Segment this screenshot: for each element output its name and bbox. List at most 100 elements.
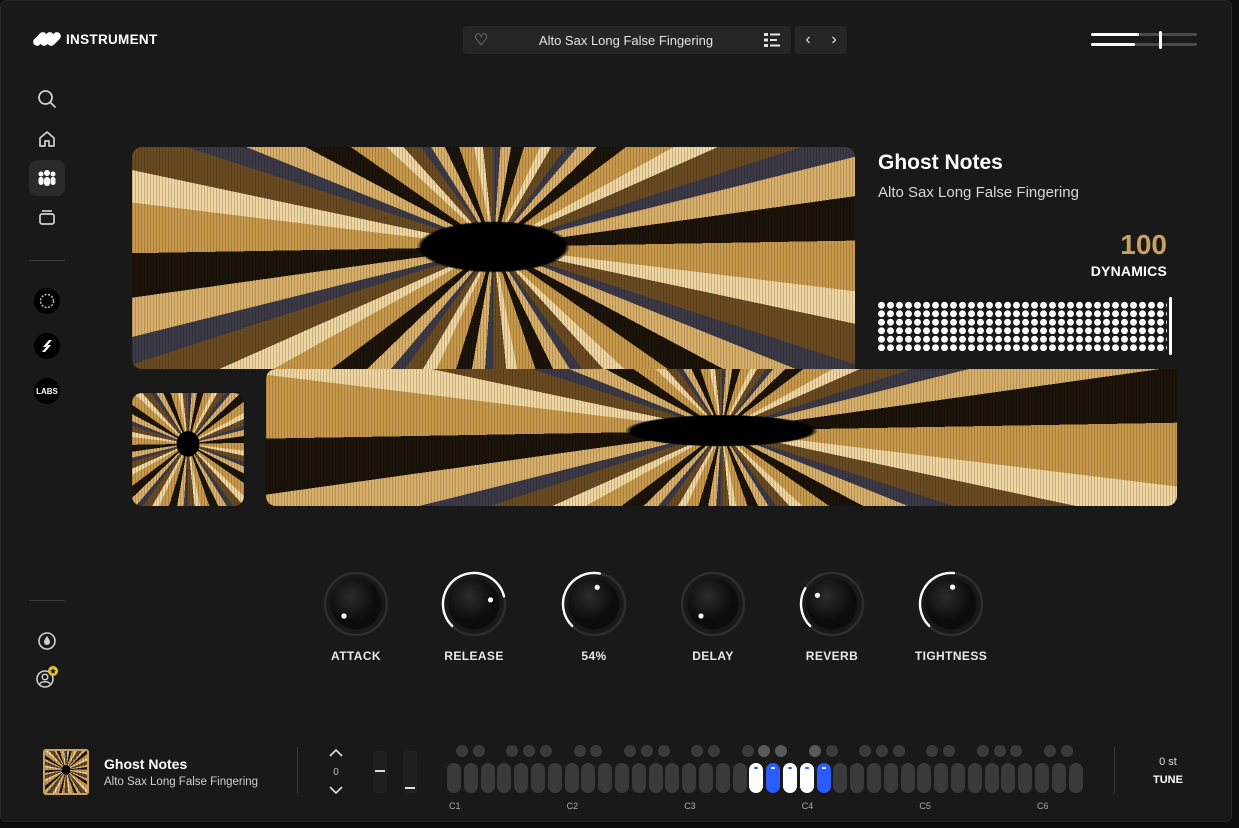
white-key[interactable] [951, 763, 965, 793]
black-key[interactable] [943, 745, 956, 757]
preset-list-icon[interactable] [753, 26, 791, 54]
white-key[interactable] [883, 763, 898, 793]
preset-browser[interactable]: ♡ Alto Sax Long False Fingering [463, 26, 791, 54]
white-key[interactable] [631, 763, 646, 793]
chevron-down-icon[interactable] [328, 785, 344, 795]
white-key[interactable] [564, 763, 579, 793]
black-key[interactable] [926, 745, 939, 757]
white-key[interactable] [547, 763, 562, 793]
black-key[interactable] [758, 745, 771, 757]
white-key[interactable] [480, 763, 495, 793]
artwork-thumbnail[interactable] [132, 393, 244, 506]
white-key[interactable] [833, 763, 848, 793]
white-key[interactable] [463, 763, 478, 793]
white-key[interactable] [917, 763, 932, 793]
white-key[interactable] [799, 763, 814, 793]
black-key[interactable] [640, 745, 653, 757]
white-key[interactable] [682, 763, 697, 793]
white-key[interactable] [732, 763, 747, 793]
white-key[interactable] [749, 763, 764, 793]
white-key[interactable] [934, 763, 949, 793]
knob-label: ATTACK [331, 649, 381, 663]
black-key[interactable] [506, 745, 519, 757]
white-key[interactable] [967, 763, 982, 793]
black-key[interactable] [657, 745, 670, 757]
artwork-main [132, 147, 855, 369]
white-key[interactable] [1001, 763, 1016, 793]
black-key[interactable] [1060, 745, 1073, 757]
black-key[interactable] [1010, 745, 1023, 757]
dynamics-slider[interactable] [877, 301, 1167, 351]
labs-logo-icon[interactable]: LABS [29, 373, 65, 409]
chevron-right-icon[interactable]: › [831, 31, 836, 49]
black-key[interactable] [775, 745, 788, 757]
black-key[interactable] [573, 745, 586, 757]
white-key[interactable] [531, 763, 545, 793]
white-key[interactable] [783, 763, 797, 793]
heart-icon[interactable]: ♡ [463, 30, 499, 50]
tune-value[interactable]: 0 st [1149, 756, 1187, 768]
white-key[interactable] [816, 763, 831, 793]
volume-slider[interactable] [1091, 31, 1197, 49]
library-icon[interactable] [29, 199, 65, 235]
white-key[interactable] [715, 763, 730, 793]
ring-logo-icon[interactable] [29, 283, 65, 319]
white-key[interactable] [514, 763, 529, 793]
white-key[interactable] [598, 763, 613, 793]
white-key[interactable] [1068, 763, 1083, 793]
search-icon[interactable] [29, 81, 65, 117]
white-key[interactable] [1051, 763, 1066, 793]
white-key[interactable] [1018, 763, 1033, 793]
white-key[interactable] [447, 763, 461, 793]
black-key[interactable] [708, 745, 720, 757]
mod-wheel[interactable] [403, 751, 417, 793]
black-key[interactable] [624, 745, 636, 757]
black-key[interactable] [1044, 745, 1056, 757]
octave-label: C3 [684, 801, 696, 811]
black-key[interactable] [691, 745, 704, 757]
black-key[interactable] [825, 745, 838, 757]
chevron-up-icon[interactable] [328, 748, 344, 758]
black-key[interactable] [456, 745, 468, 757]
pitch-wheel[interactable] [373, 751, 387, 793]
black-key[interactable] [976, 745, 989, 757]
black-key[interactable] [859, 745, 872, 757]
white-key[interactable] [900, 763, 915, 793]
white-key[interactable] [665, 763, 680, 793]
black-key[interactable] [808, 745, 821, 757]
logo: INSTRUMENT [31, 30, 158, 48]
home-icon[interactable] [29, 121, 65, 157]
black-key[interactable] [993, 745, 1006, 757]
volume-thumb[interactable] [1159, 31, 1162, 49]
white-key[interactable] [615, 763, 629, 793]
black-key[interactable] [892, 745, 905, 757]
white-key[interactable] [850, 763, 865, 793]
white-key[interactable] [699, 763, 713, 793]
white-key[interactable] [1035, 763, 1049, 793]
octave-label: C1 [449, 801, 461, 811]
octave-label: C6 [1037, 801, 1049, 811]
black-key[interactable] [523, 745, 536, 757]
footer-divider-right [1114, 747, 1115, 793]
drop-icon[interactable] [29, 623, 65, 659]
knob-label: DELAY [692, 649, 734, 663]
instrument-subtitle: Alto Sax Long False Fingering [878, 184, 1079, 201]
user-icon[interactable] [29, 660, 65, 696]
white-key[interactable] [984, 763, 999, 793]
white-key[interactable] [648, 763, 663, 793]
dynamics-value: 100 [1120, 229, 1167, 260]
black-key[interactable] [876, 745, 888, 757]
black-key[interactable] [590, 745, 603, 757]
instruments-icon[interactable] [29, 160, 65, 196]
chevron-left-icon[interactable]: ‹ [805, 31, 810, 49]
black-key[interactable] [741, 745, 754, 757]
white-key[interactable] [497, 763, 512, 793]
black-key[interactable] [472, 745, 485, 757]
preset-name[interactable]: Alto Sax Long False Fingering [499, 33, 753, 48]
white-key[interactable] [867, 763, 881, 793]
black-key[interactable] [540, 745, 552, 757]
white-key[interactable] [766, 763, 781, 793]
s-logo-icon[interactable] [29, 328, 65, 364]
keyboard[interactable]: C1 C2 C3 C4 C5 C6 [447, 745, 1087, 815]
white-key[interactable] [581, 763, 596, 793]
